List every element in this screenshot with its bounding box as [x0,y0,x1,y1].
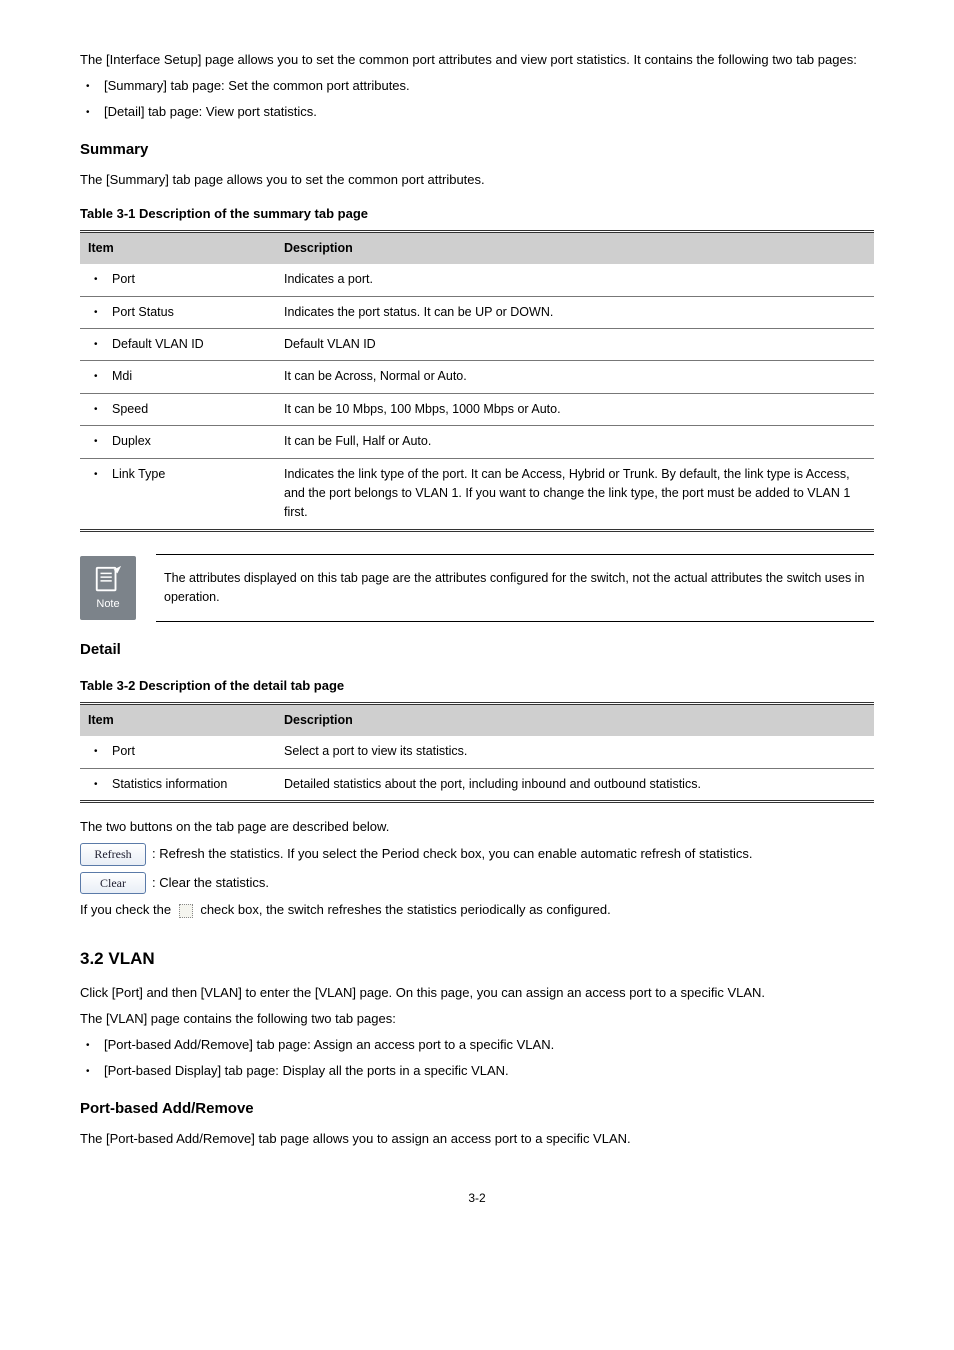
detail-heading: Detail [80,638,874,661]
table-cell: It can be 10 Mbps, 100 Mbps, 1000 Mbps o… [276,393,874,425]
detail-table: Item Description Port Select a port to v… [80,705,874,800]
table-cell: Duplex [88,434,151,448]
summary-paragraph: The [Summary] tab page allows you to set… [80,170,874,190]
refresh-button[interactable]: Refresh [80,843,146,866]
table-row: Statistics information Detailed statisti… [80,768,874,800]
table-caption: Table 3-1 Description of the summary tab… [80,204,874,224]
vlan-heading: 3.2 VLAN [80,946,874,972]
table-cell: Speed [88,402,148,416]
table-cell: Port [88,272,135,286]
intro-list-item: [Summary] tab page: Set the common port … [80,76,874,96]
table-row: Port Status Indicates the port status. I… [80,296,874,328]
table-header: Item [80,705,276,736]
table-row: Mdi It can be Across, Normal or Auto. [80,361,874,393]
clear-button-description: : Clear the statistics. [152,873,269,893]
table-cell: Indicates a port. [276,264,874,296]
period-checkbox-icon [179,904,193,918]
note-icon: Note [80,556,136,620]
vlan-list-item: [Port-based Display] tab page: Display a… [80,1061,874,1081]
vlan-sub-paragraph: The [Port-based Add/Remove] tab page all… [80,1129,874,1149]
table-row: Duplex It can be Full, Half or Auto. [80,426,874,458]
table-cell: Mdi [88,369,132,383]
page-number: 3-2 [80,1189,874,1208]
intro-list-item: [Detail] tab page: View port statistics. [80,102,874,122]
table-row: Port Select a port to view its statistic… [80,736,874,768]
summary-heading: Summary [80,138,874,161]
note-label: Note [96,596,119,613]
table-cell: Indicates the port status. It can be UP … [276,296,874,328]
table-cell: Port [88,744,135,758]
table-header: Description [276,705,874,736]
table-cell: It can be Full, Half or Auto. [276,426,874,458]
vlan-paragraph: Click [Port] and then [VLAN] to enter th… [80,983,874,1003]
table-row: Speed It can be 10 Mbps, 100 Mbps, 1000 … [80,393,874,425]
table-cell: Link Type [88,467,165,481]
table-row: Port Indicates a port. [80,264,874,296]
table-cell: Select a port to view its statistics. [276,736,874,768]
table-header: Item [80,233,276,264]
period-description: If you check the check box, the switch r… [80,900,874,920]
clear-button[interactable]: Clear [80,872,146,895]
table-cell: Detailed statistics about the port, incl… [276,768,874,800]
period-desc-post: check box, the switch refreshes the stat… [200,902,610,917]
intro-paragraph: The [Interface Setup] page allows you to… [80,50,874,70]
note-block: Note The attributes displayed on this ta… [80,554,874,623]
table-cell: Default VLAN ID [88,337,204,351]
period-desc-pre: If you check the [80,902,171,917]
vlan-paragraph: The [VLAN] page contains the following t… [80,1009,874,1029]
buttons-intro: The two buttons on the tab page are desc… [80,817,874,837]
vlan-subheading: Port-based Add/Remove [80,1097,874,1120]
summary-table: Item Description Port Indicates a port. … [80,233,874,529]
table-cell: Indicates the link type of the port. It … [276,458,874,529]
table-caption: Table 3-2 Description of the detail tab … [80,676,874,696]
table-header: Description [276,233,874,264]
refresh-button-description: : Refresh the statistics. If you select … [152,844,752,864]
table-cell: Port Status [88,305,174,319]
table-row: Default VLAN ID Default VLAN ID [80,329,874,361]
table-cell: Default VLAN ID [276,329,874,361]
vlan-list-item: [Port-based Add/Remove] tab page: Assign… [80,1035,874,1055]
table-cell: Statistics information [88,777,227,791]
table-row: Link Type Indicates the link type of the… [80,458,874,529]
table-cell: It can be Across, Normal or Auto. [276,361,874,393]
note-text: The attributes displayed on this tab pag… [156,554,874,623]
